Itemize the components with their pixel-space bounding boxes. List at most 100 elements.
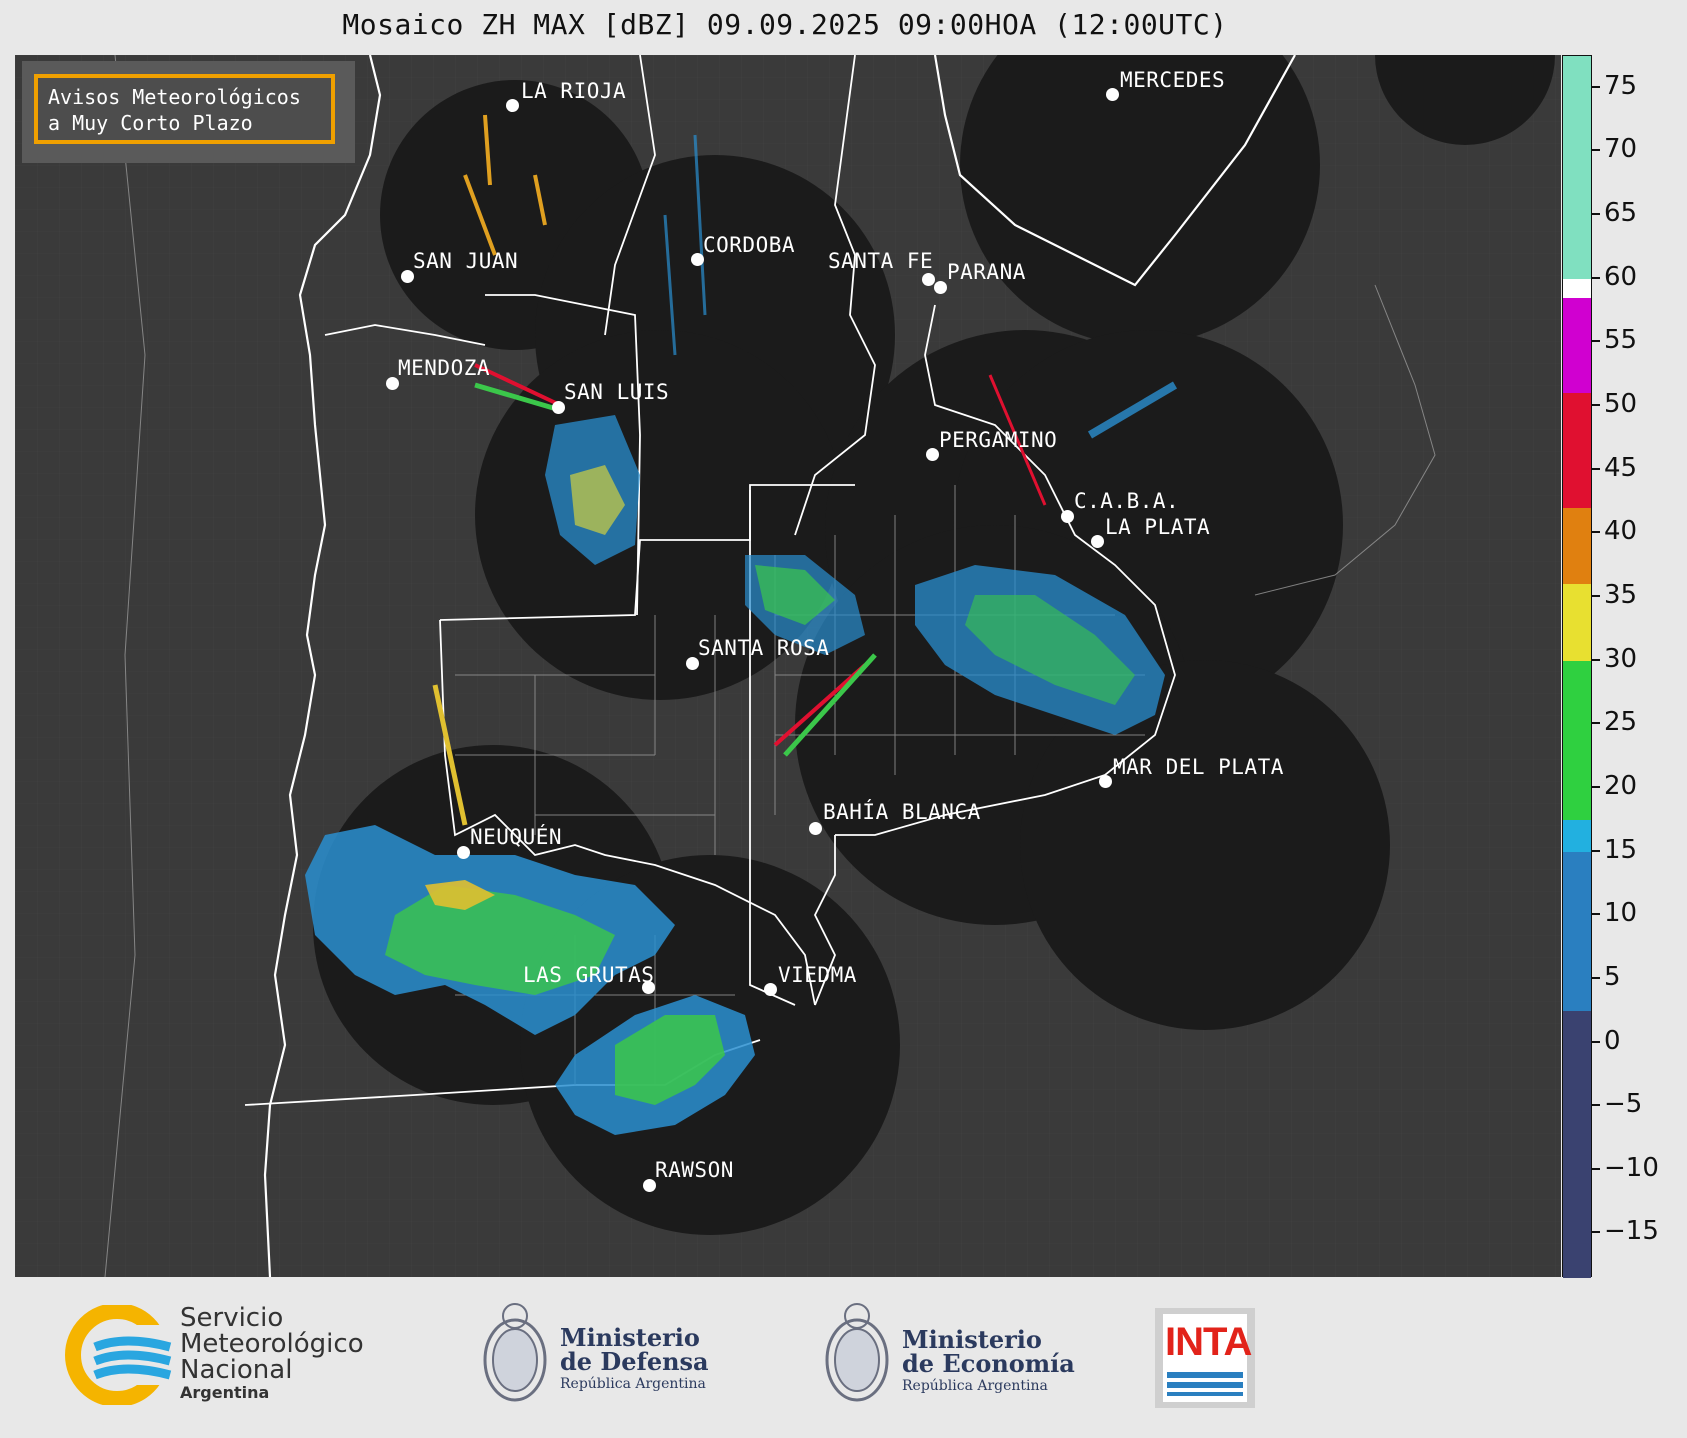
city-label-cordoba: CORDOBA [703, 233, 796, 257]
colorbar-label: 45 [1604, 452, 1638, 483]
economia-line-2: de Economía [902, 1349, 1075, 1378]
city-label-san-luis: SAN LUIS [564, 380, 670, 404]
colorbar-label: 25 [1604, 707, 1638, 738]
colorbar-label: 75 [1604, 70, 1638, 101]
colorbar-tick [1592, 149, 1600, 152]
city-label-caba: C.A.B.A. [1074, 489, 1180, 513]
smn-line-4: Argentina [180, 1383, 270, 1402]
city-label-rawson: RAWSON [655, 1158, 734, 1182]
colorbar-segment [1563, 278, 1591, 298]
colorbar-tick [1592, 276, 1600, 279]
colorbar-label: 55 [1604, 325, 1638, 356]
defensa-line-2: de Defensa [560, 1347, 709, 1376]
defensa-line-3: República Argentina [560, 1376, 706, 1392]
city-label-mar-del-plata: MAR DEL PLATA [1113, 755, 1284, 779]
city-label-santa-rosa: SANTA ROSA [698, 636, 830, 660]
colorbar-label: −10 [1604, 1152, 1659, 1183]
city-dot-mar-del-plata [1099, 775, 1112, 788]
colorbar-tick [1592, 976, 1600, 979]
city-dot-caba [1061, 510, 1074, 523]
colorbar-segment [1563, 507, 1591, 585]
inta-logo-text: INTA [1165, 1320, 1252, 1364]
avisos-badge[interactable]: Avisos Meteorológicos a Muy Corto Plazo [22, 61, 355, 163]
coat-of-arms-icon [825, 1303, 889, 1402]
smn-line-2: Meteorológico [180, 1329, 364, 1359]
smn-line-3: Nacional [180, 1355, 293, 1385]
colorbar-label: −15 [1604, 1216, 1659, 1247]
city-dot-neuquen [457, 846, 470, 859]
colorbar-label: 70 [1604, 134, 1638, 165]
colorbar-tick [1592, 722, 1600, 725]
city-label-pergamino: PERGAMINO [939, 428, 1058, 452]
city-dot-bahia-blanca [809, 822, 822, 835]
colorbar-label: 20 [1604, 770, 1638, 801]
colorbar-label: 30 [1604, 643, 1638, 674]
colorbar-segment [1563, 851, 1591, 1011]
coat-of-arms-icon [483, 1303, 547, 1402]
colorbar-label: −5 [1604, 1089, 1643, 1120]
colorbar-label: 15 [1604, 834, 1638, 865]
city-label-bahia-blanca: BAHÍA BLANCA [823, 800, 981, 824]
city-label-la-plata: LA PLATA [1105, 515, 1211, 539]
ministerio-defensa-logo: Ministerio de Defensa República Argentin… [478, 1298, 738, 1413]
colorbar-tick [1592, 849, 1600, 852]
city-dot-viedma [764, 983, 777, 996]
city-label-mercedes: MERCEDES [1120, 68, 1226, 92]
colorbar-segment [1563, 297, 1591, 394]
avisos-line-1: Avisos Meteorológicos [48, 85, 301, 109]
colorbar-label: 5 [1604, 961, 1621, 992]
colorbar-tick [1592, 1040, 1600, 1043]
smn-logo: Servicio Meteorológico Nacional Argentin… [65, 1305, 385, 1405]
city-label-santa-fe: SANTA FE [828, 249, 934, 273]
colorbar-tick [1592, 785, 1600, 788]
city-label-parana: PARANA [947, 260, 1026, 284]
colorbar-tick [1592, 531, 1600, 534]
colorbar-label: 50 [1604, 389, 1638, 420]
city-dot-parana [934, 281, 947, 294]
city-dot-santa-fe [922, 273, 935, 286]
map-title: Mosaico ZH MAX [dBZ] 09.09.2025 09:00HOA… [342, 8, 1228, 41]
colorbar-segment [1563, 56, 1591, 279]
city-label-san-juan: SAN JUAN [413, 249, 519, 273]
city-label-viedma: VIEDMA [778, 963, 857, 987]
city-label-neuquen: NEUQUÉN [470, 825, 563, 849]
dbz-colorbar [1562, 55, 1592, 1278]
colorbar-label: 40 [1604, 516, 1638, 547]
colorbar-label: 65 [1604, 198, 1638, 229]
colorbar-segment [1563, 660, 1591, 820]
colorbar-tick [1592, 594, 1600, 597]
colorbar-label: 60 [1604, 261, 1638, 292]
colorbar-tick [1592, 467, 1600, 470]
smn-emblem-icon [65, 1305, 175, 1405]
colorbar-tick [1592, 85, 1600, 88]
city-dot-la-plata [1091, 535, 1104, 548]
colorbar-label: 10 [1604, 898, 1638, 929]
colorbar-tick [1592, 1104, 1600, 1107]
city-dot-la-rioja [506, 99, 519, 112]
colorbar-tick [1592, 913, 1600, 916]
colorbar-tick [1592, 658, 1600, 661]
inta-logo: INTA [1155, 1308, 1255, 1408]
avisos-line-2: a Muy Corto Plazo [48, 111, 253, 135]
colorbar-segment [1563, 819, 1591, 852]
colorbar-label: 35 [1604, 579, 1638, 610]
colorbar-segment [1563, 584, 1591, 661]
radar-map: LA RIOJA MERCEDES CORDOBA SAN JUAN SANTA… [15, 55, 1561, 1277]
colorbar-tick [1592, 1167, 1600, 1170]
ministerio-economia-logo: Ministerio de Economía República Argenti… [820, 1298, 1080, 1413]
avisos-badge-text: Avisos Meteorológicos a Muy Corto Plazo [34, 74, 335, 144]
colorbar-tick [1592, 404, 1600, 407]
smn-line-1: Servicio [180, 1303, 284, 1333]
colorbar-tick [1592, 1231, 1600, 1234]
colorbar-tick [1592, 340, 1600, 343]
city-label-mendoza: MENDOZA [398, 356, 491, 380]
colorbar-tick [1592, 213, 1600, 216]
city-dot-pergamino [926, 448, 939, 461]
city-dot-mercedes [1106, 88, 1119, 101]
colorbar-segment [1563, 393, 1591, 508]
colorbar-segment [1563, 1010, 1591, 1278]
economia-line-3: República Argentina [902, 1378, 1048, 1394]
city-label-las-grutas: LAS GRUTAS [523, 963, 655, 987]
city-label-la-rioja: LA RIOJA [521, 79, 627, 103]
colorbar-label: 0 [1604, 1025, 1621, 1056]
